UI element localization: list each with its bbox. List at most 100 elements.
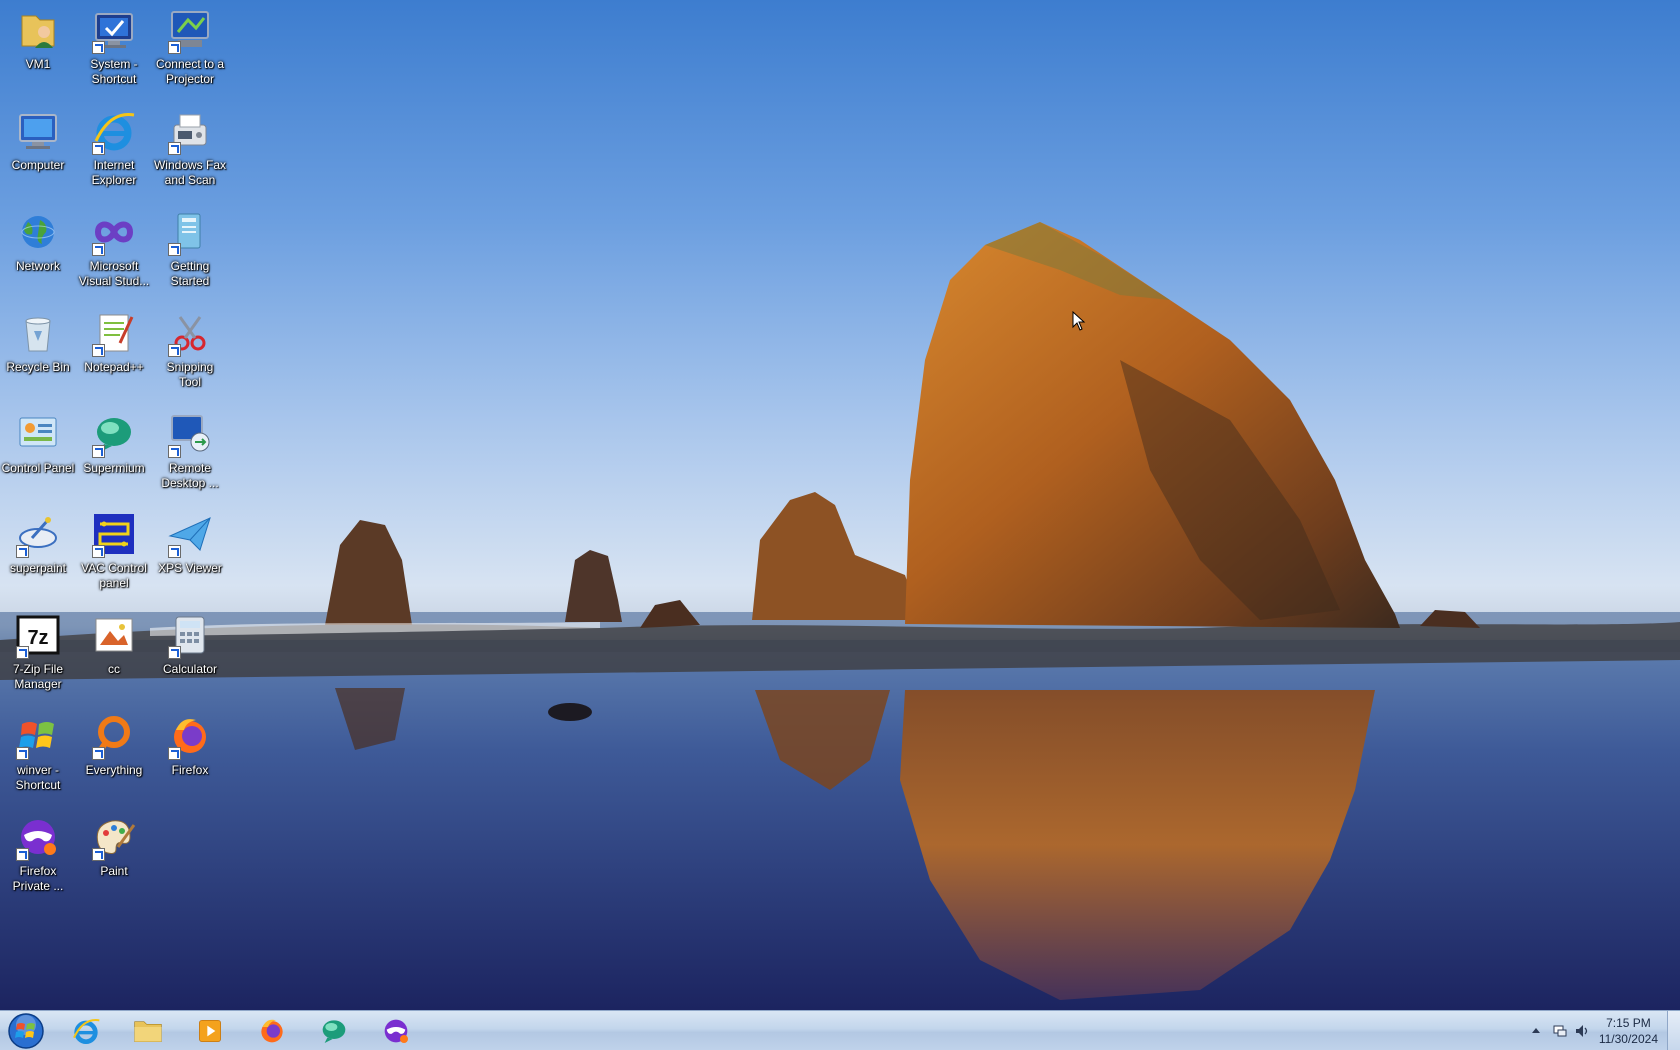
desktop-icon-label: System - Shortcut [90, 57, 138, 86]
vm1-icon[interactable]: VM1 [0, 0, 76, 96]
internet-explorer-icon[interactable]: Internet Explorer [76, 101, 152, 197]
tray-expand-arrow-icon[interactable] [1528, 1023, 1544, 1039]
shortcut-arrow-icon [92, 445, 105, 458]
firefox-private-icon [14, 813, 62, 861]
shortcut-arrow-icon [92, 545, 105, 558]
notepadpp-icon[interactable]: Notepad++ [76, 303, 152, 399]
svg-text:7z: 7z [27, 627, 48, 649]
system-shortcut-icon[interactable]: System - Shortcut [76, 0, 152, 96]
supermium-icon [90, 410, 138, 458]
shortcut-arrow-icon [168, 646, 181, 659]
image-file-icon [90, 611, 138, 659]
getting-started-icon [166, 208, 214, 256]
folder-icon [134, 1021, 162, 1042]
desktop-icon-label: Firefox Private ... [12, 864, 64, 893]
ie-icon [73, 1019, 100, 1044]
shortcut-arrow-icon [16, 848, 29, 861]
clock[interactable]: 7:15 PM 11/30/2024 [1599, 1015, 1658, 1047]
start-button[interactable] [4, 1012, 48, 1050]
desktop-icon-label: 7-Zip File Manager [12, 662, 63, 691]
show-desktop-button[interactable] [1667, 1011, 1680, 1050]
desktop-icon-label: Everything [85, 763, 143, 777]
paint-icon [90, 813, 138, 861]
paper-plane-icon [166, 510, 214, 558]
vac-control-panel-icon[interactable]: VAC Control panel [76, 504, 152, 600]
desktop-icon-label: Computer [11, 158, 65, 172]
volume-icon[interactable] [1574, 1023, 1590, 1039]
shortcut-arrow-icon [92, 747, 105, 760]
desktop-icon-label: VAC Control panel [81, 561, 147, 590]
firefox-icon[interactable]: Firefox [152, 706, 228, 802]
firefox-private-icon [384, 1019, 408, 1043]
control-panel-icon[interactable]: Control Panel [0, 404, 76, 500]
desktop-icon-label: Firefox [171, 763, 209, 777]
firefox-icon [261, 1019, 283, 1043]
wallpaper-haystack-rock [0, 222, 1680, 1010]
everything-icon[interactable]: Everything [76, 706, 152, 802]
desktop-icon-label: Paint [100, 864, 128, 878]
desktop-icon-label: Getting Started [170, 259, 210, 288]
shortcut-arrow-icon [92, 142, 105, 155]
desktop-icon-label: Supermium [83, 461, 145, 475]
desktop-icon-label: winver - Shortcut [15, 763, 61, 792]
taskbar-firefox-private-button[interactable] [370, 1014, 422, 1048]
getting-started-icon[interactable]: Getting Started [152, 202, 228, 298]
fax-icon [166, 107, 214, 155]
taskbar-explorer-button[interactable] [122, 1014, 174, 1048]
7zip-icon[interactable]: 7z 7-Zip File Manager [0, 605, 76, 701]
desktop-icon-label: VM1 [25, 57, 51, 71]
connect-projector-icon[interactable]: Connect to a Projector [152, 0, 228, 96]
firefox-icon [166, 712, 214, 760]
desktop-icon-label: cc [108, 662, 120, 676]
desktop-icon-label: superpaint [9, 561, 67, 575]
desktop-icon-label: Network [15, 259, 60, 273]
taskbar-ie-button[interactable] [60, 1014, 112, 1048]
7z-icon: 7z [14, 611, 62, 659]
shortcut-arrow-icon [168, 747, 181, 760]
superpaint-icon[interactable]: superpaint [0, 504, 76, 600]
cc-icon[interactable]: cc [76, 605, 152, 701]
ie-icon [90, 107, 138, 155]
shortcut-arrow-icon [16, 545, 29, 558]
taskbar-supermium-button[interactable] [308, 1014, 360, 1048]
user-folder-icon [14, 6, 62, 54]
system-monitor-icon [90, 6, 138, 54]
desktop-icon-label: Connect to a Projector [155, 57, 225, 86]
supermium-icon[interactable]: Supermium [76, 404, 152, 500]
scissors-icon [166, 309, 214, 357]
desktop[interactable]: VM1 System - Shortcut Connect to a Project… [0, 0, 1680, 1010]
desktop-icon-label: Calculator [162, 662, 218, 676]
shortcut-arrow-icon [92, 848, 105, 861]
taskbar-media-player-button[interactable] [184, 1014, 236, 1048]
shortcut-arrow-icon [168, 545, 181, 558]
desktop-icon-label: Microsoft Visual Stud... [78, 259, 150, 288]
desktop-icon-label: Notepad++ [84, 360, 144, 374]
windows-fax-icon[interactable]: Windows Fax and Scan [152, 101, 228, 197]
media-icon [199, 1020, 221, 1042]
paint-icon[interactable]: Paint [76, 807, 152, 903]
desktop-icon-grid: VM1 System - Shortcut Connect to a Project… [0, 0, 240, 1008]
shortcut-arrow-icon [92, 41, 105, 54]
network-icon[interactable]: Network [0, 202, 76, 298]
projector-monitor-icon [166, 6, 214, 54]
desktop-icon-label: XPS Viewer [158, 561, 222, 575]
visual-studio-icon[interactable]: Microsoft Visual Stud... [76, 202, 152, 298]
calculator-icon[interactable]: Calculator [152, 605, 228, 701]
shortcut-arrow-icon [92, 344, 105, 357]
notepad-icon [90, 309, 138, 357]
shortcut-arrow-icon [168, 445, 181, 458]
remote-desktop-icon[interactable]: Remote Desktop ... [152, 404, 228, 500]
snipping-tool-icon[interactable]: Snipping Tool [152, 303, 228, 399]
computer-icon[interactable]: Computer [0, 101, 76, 197]
taskbar-firefox-button[interactable] [246, 1014, 298, 1048]
everything-icon [90, 712, 138, 760]
clock-date: 11/30/2024 [1598, 1032, 1658, 1046]
firefox-private-icon[interactable]: Firefox Private ... [0, 807, 76, 903]
xps-viewer-icon[interactable]: XPS Viewer [152, 504, 228, 600]
vac-icon [90, 510, 138, 558]
winver-shortcut-icon[interactable]: winver - Shortcut [0, 706, 76, 802]
recycle-bin-icon[interactable]: Recycle Bin [0, 303, 76, 399]
shortcut-arrow-icon [168, 243, 181, 256]
network-status-icon[interactable] [1552, 1023, 1568, 1039]
shortcut-arrow-icon [92, 243, 105, 256]
